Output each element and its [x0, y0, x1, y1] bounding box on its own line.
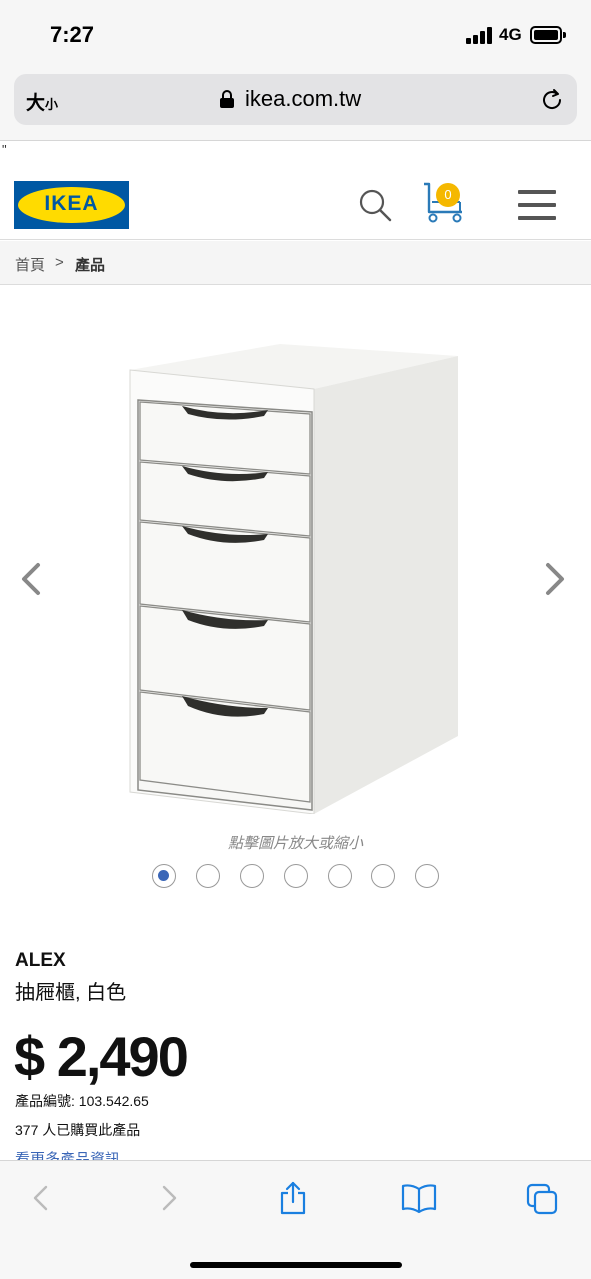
breadcrumb-current: 產品 — [75, 257, 106, 274]
image-dot[interactable] — [152, 864, 176, 888]
product-price: $ 2,490 — [14, 1025, 189, 1088]
product-description: 抽屜櫃, 白色 — [15, 982, 127, 1004]
ikea-logo[interactable]: IKEA — [14, 181, 129, 229]
home-indicator — [190, 1262, 402, 1268]
logo-text: IKEA — [44, 192, 99, 215]
cart-count-badge: 0 — [436, 183, 460, 207]
image-dot[interactable] — [284, 864, 308, 888]
reload-icon[interactable] — [539, 87, 565, 113]
address-bar[interactable]: 大小 ikea.com.tw — [14, 74, 577, 125]
forward-icon[interactable] — [152, 1181, 184, 1215]
share-icon[interactable] — [277, 1181, 309, 1215]
zoom-hint: 點擊圖片放大或縮小 — [227, 835, 363, 852]
product-image[interactable] — [128, 344, 464, 814]
text-size-button[interactable]: 大小 — [26, 88, 58, 115]
lock-icon — [220, 90, 234, 108]
next-image-arrow-icon[interactable] — [542, 561, 568, 597]
signal-icon — [466, 27, 494, 44]
product-gallery: 點擊圖片放大或縮小 — [0, 286, 591, 906]
more-info-link[interactable]: 看更多產品資訊 — [15, 1148, 120, 1160]
image-dot[interactable] — [328, 864, 352, 888]
image-dot[interactable] — [371, 864, 395, 888]
network-type: 4G — [499, 25, 522, 44]
article-number: 產品編號: 103.542.65 — [15, 1093, 149, 1109]
product-name: ALEX — [15, 950, 66, 971]
status-bar: 7:27 4G — [0, 0, 591, 70]
search-icon[interactable] — [358, 188, 392, 222]
status-time: 7:27 — [50, 22, 95, 47]
image-dot[interactable] — [415, 864, 439, 888]
browser-top-bar: 大小 ikea.com.tw — [0, 70, 591, 141]
image-dot[interactable] — [196, 864, 220, 888]
bookmarks-icon[interactable] — [401, 1181, 437, 1215]
purchase-count: 377 人已購買此產品 — [15, 1122, 141, 1138]
previous-image-arrow-icon[interactable] — [18, 561, 44, 597]
tabs-icon[interactable] — [526, 1181, 558, 1215]
stray-text: " — [2, 142, 7, 157]
back-icon[interactable] — [26, 1181, 58, 1215]
breadcrumb-separator: > — [55, 254, 64, 271]
url-text[interactable]: ikea.com.tw — [245, 86, 361, 112]
image-dot[interactable] — [240, 864, 264, 888]
breadcrumb-home-link[interactable]: 首頁 — [15, 254, 45, 275]
hamburger-menu-icon[interactable] — [518, 190, 556, 220]
site-header: IKEA 0 — [0, 160, 591, 240]
breadcrumb: 首頁 > 產品 — [0, 241, 591, 285]
battery-icon — [530, 26, 566, 44]
image-pagination — [152, 864, 452, 888]
